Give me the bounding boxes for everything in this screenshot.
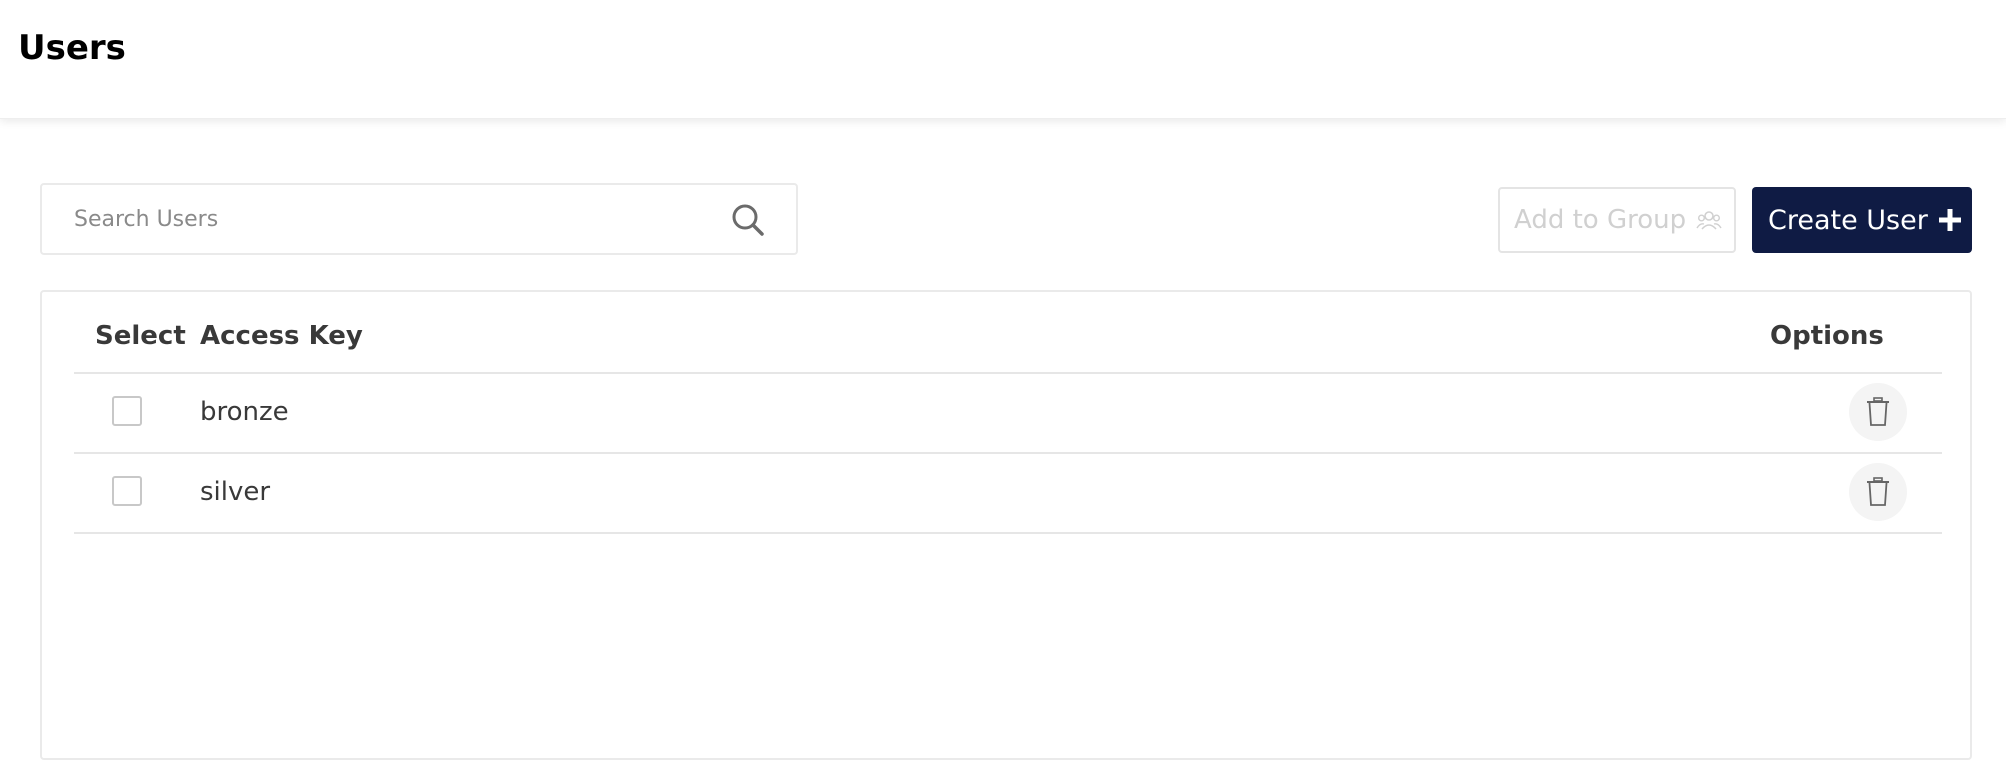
table-row[interactable]: bronze <box>74 374 1942 452</box>
column-header-select: Select <box>95 321 186 351</box>
page-title: Users <box>18 28 126 68</box>
column-header-access-key[interactable]: Access Key <box>200 312 363 360</box>
search-box[interactable] <box>40 183 798 255</box>
add-to-group-label: Add to Group <box>1514 205 1687 235</box>
row-select-checkbox[interactable] <box>112 396 142 426</box>
table-row[interactable]: silver <box>74 454 1942 532</box>
create-user-button[interactable]: Create User <box>1752 187 1972 253</box>
trash-icon <box>1867 477 1889 506</box>
create-user-label: Create User <box>1768 204 1928 236</box>
delete-user-button[interactable] <box>1849 383 1907 441</box>
add-to-group-button[interactable]: Add to Group <box>1498 187 1736 253</box>
search-input[interactable] <box>42 185 722 253</box>
plus-icon <box>1938 209 1961 231</box>
search-icon[interactable] <box>730 202 766 238</box>
access-key-cell: bronze <box>200 397 289 427</box>
delete-user-button[interactable] <box>1849 463 1907 521</box>
row-select-checkbox[interactable] <box>112 476 142 506</box>
group-icon <box>1696 211 1722 230</box>
page-header: Users <box>0 0 2006 119</box>
column-header-options: Options <box>1770 321 1884 351</box>
trash-icon <box>1867 397 1889 426</box>
users-table: Select Access Key Options bronze silver <box>40 290 1972 760</box>
row-divider <box>74 532 1942 534</box>
access-key-cell: silver <box>200 477 271 507</box>
